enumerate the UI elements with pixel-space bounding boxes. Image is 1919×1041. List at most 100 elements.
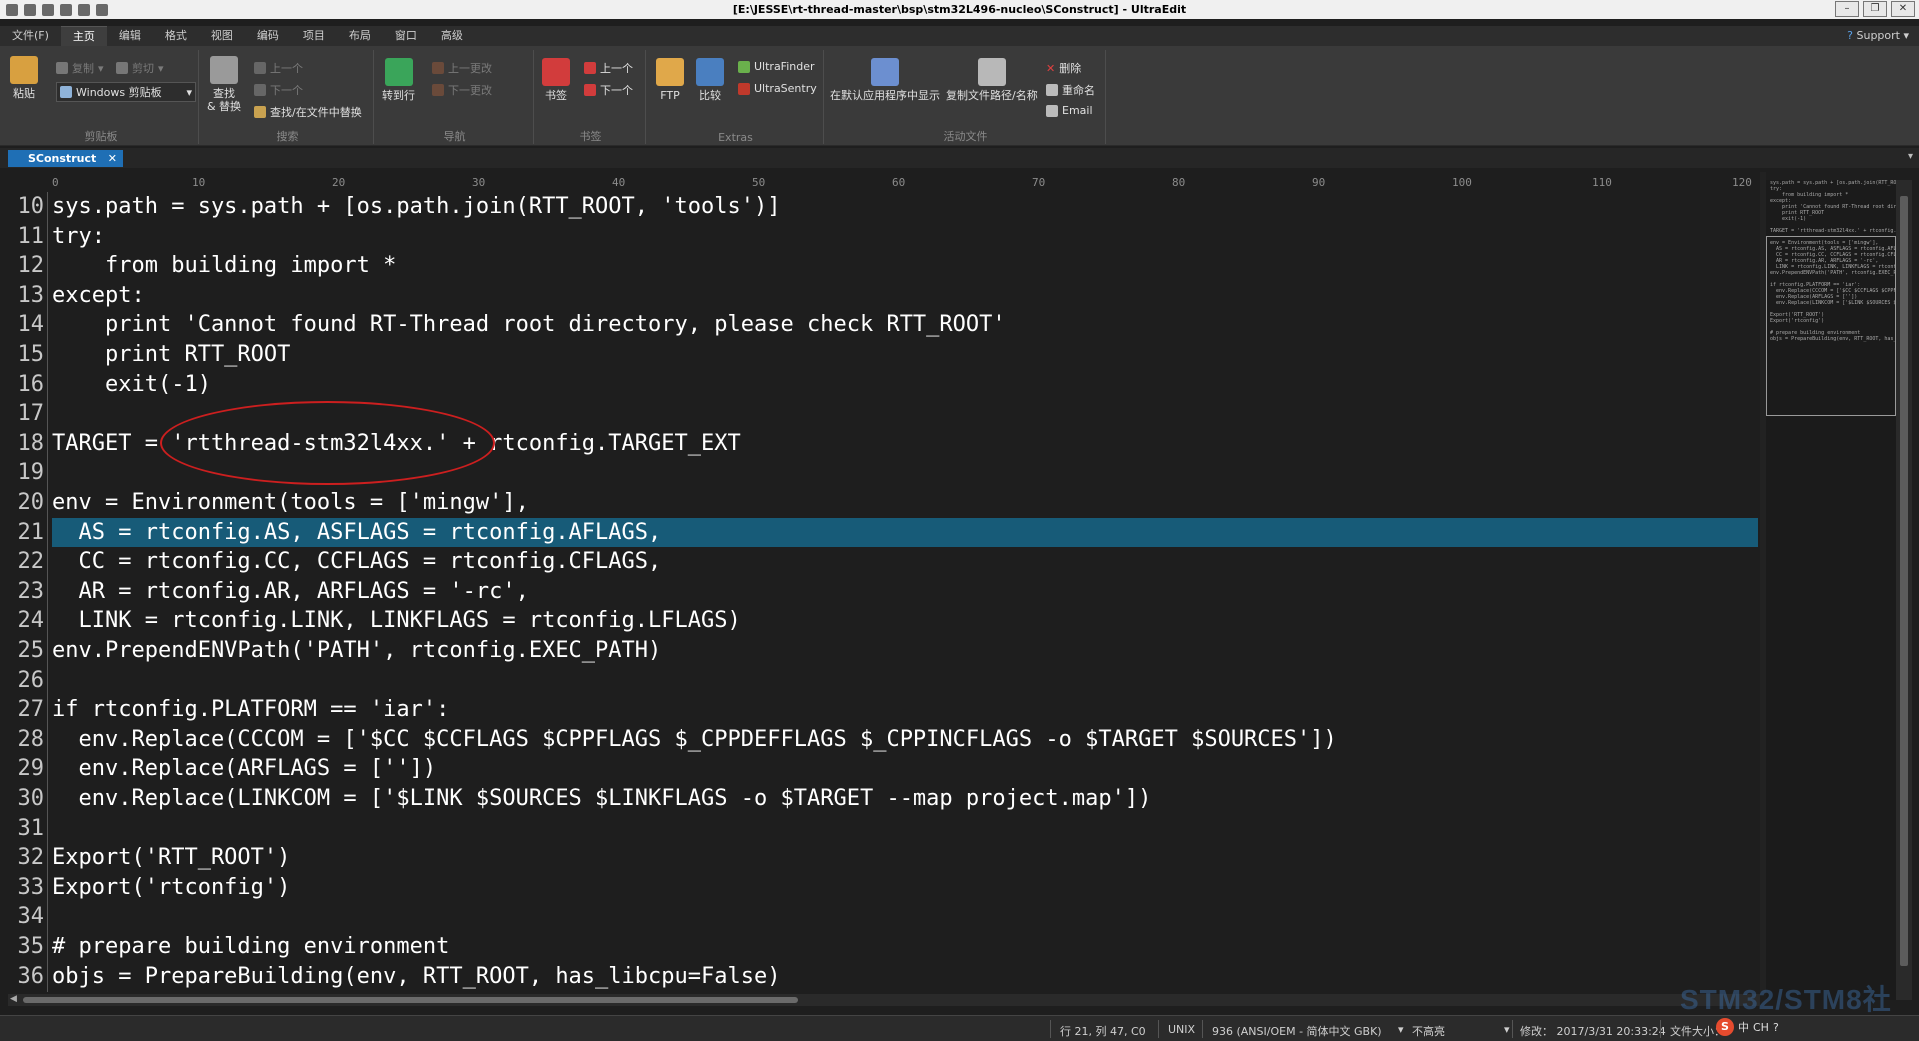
- code-line[interactable]: CC = rtconfig.CC, CCFLAGS = rtconfig.CFL…: [52, 547, 1758, 576]
- open-file-icon[interactable]: [24, 3, 36, 16]
- minimap-viewport[interactable]: [1766, 236, 1896, 416]
- tray-item-ch[interactable]: CH: [1753, 1021, 1769, 1034]
- find-next-button[interactable]: 下一个: [254, 82, 303, 98]
- support-link[interactable]: ? Support ▾: [1847, 29, 1909, 42]
- code-line[interactable]: sys.path = sys.path + [os.path.join(RTT_…: [52, 192, 1758, 221]
- minimap[interactable]: sys.path = sys.path + [os.path.join(RTT_…: [1766, 180, 1896, 1000]
- undo-icon[interactable]: [78, 3, 90, 16]
- clipboard-icon: [60, 86, 72, 98]
- tab-home[interactable]: 主页: [60, 26, 107, 46]
- code-line[interactable]: except:: [52, 281, 1758, 310]
- code-line[interactable]: try:: [52, 222, 1758, 251]
- scroll-left-icon[interactable]: ◀: [10, 994, 17, 1004]
- code-line[interactable]: print 'Cannot found RT-Thread root direc…: [52, 310, 1758, 339]
- new-file-icon[interactable]: [6, 3, 18, 16]
- code-line[interactable]: AS = rtconfig.AS, ASFLAGS = rtconfig.AFL…: [52, 517, 1758, 547]
- find-in-files-button[interactable]: 查找/在文件中替换: [254, 104, 362, 120]
- vertical-scrollbar[interactable]: [1896, 180, 1912, 1000]
- restore-button[interactable]: ❐: [1863, 1, 1887, 17]
- code-line[interactable]: # prepare building environment: [52, 932, 1758, 961]
- status-encoding[interactable]: 936 (ANSI/OEM - 简体中文 GBK): [1212, 1023, 1382, 1039]
- close-button[interactable]: ✕: [1891, 1, 1915, 17]
- open-default-button[interactable]: 在默认应用程序中显示: [830, 58, 940, 102]
- tab-layout[interactable]: 布局: [337, 26, 383, 46]
- code-line[interactable]: if rtconfig.PLATFORM == 'iar':: [52, 695, 1758, 724]
- code-line[interactable]: objs = PrepareBuilding(env, RTT_ROOT, ha…: [52, 962, 1758, 991]
- status-position[interactable]: 行 21, 列 47, C0: [1060, 1023, 1146, 1039]
- horizontal-scrollbar[interactable]: ◀: [8, 994, 1760, 1006]
- paste-icon: [10, 56, 38, 84]
- line-number: 21: [17, 519, 45, 545]
- rename-icon: [1046, 84, 1058, 96]
- tab-window[interactable]: 窗口: [383, 26, 429, 46]
- goto-line-button[interactable]: 转到行: [382, 58, 415, 102]
- redo-icon[interactable]: [96, 3, 108, 16]
- code-line[interactable]: [52, 902, 1758, 931]
- ime-icon[interactable]: S: [1716, 1018, 1734, 1036]
- save-icon[interactable]: [42, 3, 54, 16]
- ultrafinder-button[interactable]: UltraFinder: [738, 60, 815, 73]
- encoding-chevron-icon[interactable]: ▾: [1398, 1023, 1404, 1036]
- code-line[interactable]: from building import *: [52, 251, 1758, 280]
- code-line[interactable]: [52, 399, 1758, 428]
- line-number: 17: [17, 401, 45, 427]
- code-editor[interactable]: sys.path = sys.path + [os.path.join(RTT_…: [52, 192, 1758, 992]
- bookmark-prev-button[interactable]: 上一个: [584, 60, 633, 76]
- copy-path-button[interactable]: 复制文件路径/名称: [946, 58, 1038, 102]
- tab-file[interactable]: 文件(F): [0, 26, 61, 46]
- paste-button[interactable]: 粘贴: [10, 56, 38, 100]
- status-line-ending[interactable]: UNIX: [1168, 1023, 1195, 1036]
- find-replace-button[interactable]: 查找 & 替换: [206, 56, 242, 113]
- minimize-button[interactable]: –: [1835, 1, 1859, 17]
- code-line[interactable]: [52, 814, 1758, 843]
- horizontal-scroll-thumb[interactable]: [23, 997, 798, 1003]
- code-line[interactable]: AR = rtconfig.AR, ARFLAGS = '-rc',: [52, 577, 1758, 606]
- code-line[interactable]: env.Replace(ARFLAGS = ['']): [52, 754, 1758, 783]
- compare-icon: [696, 58, 724, 86]
- help-icon[interactable]: ?: [1847, 29, 1853, 42]
- status-highlight[interactable]: 不高亮: [1412, 1023, 1445, 1039]
- code-line[interactable]: env.Replace(LINKCOM = ['$LINK $SOURCES $…: [52, 784, 1758, 813]
- code-line[interactable]: [52, 458, 1758, 487]
- email-file-button[interactable]: Email: [1046, 104, 1093, 117]
- close-tab-icon[interactable]: ✕: [108, 150, 117, 167]
- copy-button[interactable]: 复制 ▾: [56, 60, 104, 76]
- tab-advanced[interactable]: 高级: [429, 26, 475, 46]
- tab-view[interactable]: 视图: [199, 26, 245, 46]
- delete-file-button[interactable]: ✕ 删除: [1046, 60, 1081, 76]
- print-icon[interactable]: [60, 3, 72, 16]
- ruler-tick: 90: [1312, 176, 1326, 189]
- tab-format[interactable]: 格式: [153, 26, 199, 46]
- tab-project[interactable]: 项目: [291, 26, 337, 46]
- code-line[interactable]: exit(-1): [52, 370, 1758, 399]
- next-change-button[interactable]: 下一更改: [432, 82, 492, 98]
- find-prev-button[interactable]: 上一个: [254, 60, 303, 76]
- ftp-button[interactable]: FTP: [656, 58, 684, 102]
- compare-button[interactable]: 比较: [696, 58, 724, 102]
- code-line[interactable]: LINK = rtconfig.LINK, LINKFLAGS = rtconf…: [52, 606, 1758, 635]
- rename-file-button[interactable]: 重命名: [1046, 82, 1095, 98]
- ultrasentry-button[interactable]: UltraSentry: [738, 82, 817, 95]
- cut-button[interactable]: 剪切 ▾: [116, 60, 164, 76]
- tab-encoding[interactable]: 编码: [245, 26, 291, 46]
- clipboard-select[interactable]: Windows 剪贴板 ▾: [56, 82, 196, 102]
- code-line[interactable]: env.Replace(CCCOM = ['$CC $CCFLAGS $CPPF…: [52, 725, 1758, 754]
- tab-edit[interactable]: 编辑: [107, 26, 153, 46]
- bookmark-button[interactable]: 书签: [542, 58, 570, 102]
- group-label-clipboard: 剪贴板: [84, 130, 118, 143]
- code-line[interactable]: TARGET = 'rtthread-stm32l4xx.' + rtconfi…: [52, 429, 1758, 458]
- ime-lang[interactable]: 中: [1738, 1019, 1749, 1035]
- code-line[interactable]: [52, 666, 1758, 695]
- bookmark-next-button[interactable]: 下一个: [584, 82, 633, 98]
- code-line[interactable]: print RTT_ROOT: [52, 340, 1758, 369]
- vertical-scroll-thumb[interactable]: [1900, 196, 1908, 966]
- code-line[interactable]: Export('RTT_ROOT'): [52, 843, 1758, 872]
- prev-change-button[interactable]: 上一更改: [432, 60, 492, 76]
- code-line[interactable]: env.PrependENVPath('PATH', rtconfig.EXEC…: [52, 636, 1758, 665]
- tray-help-icon[interactable]: ?: [1773, 1021, 1779, 1034]
- tab-list-chevron-icon[interactable]: ▾: [1908, 151, 1913, 162]
- code-line[interactable]: Export('rtconfig'): [52, 873, 1758, 902]
- highlight-chevron-icon[interactable]: ▾: [1504, 1023, 1510, 1036]
- code-line[interactable]: env = Environment(tools = ['mingw'],: [52, 488, 1758, 517]
- document-tab-sconstruct[interactable]: SConstruct ✕: [8, 150, 123, 167]
